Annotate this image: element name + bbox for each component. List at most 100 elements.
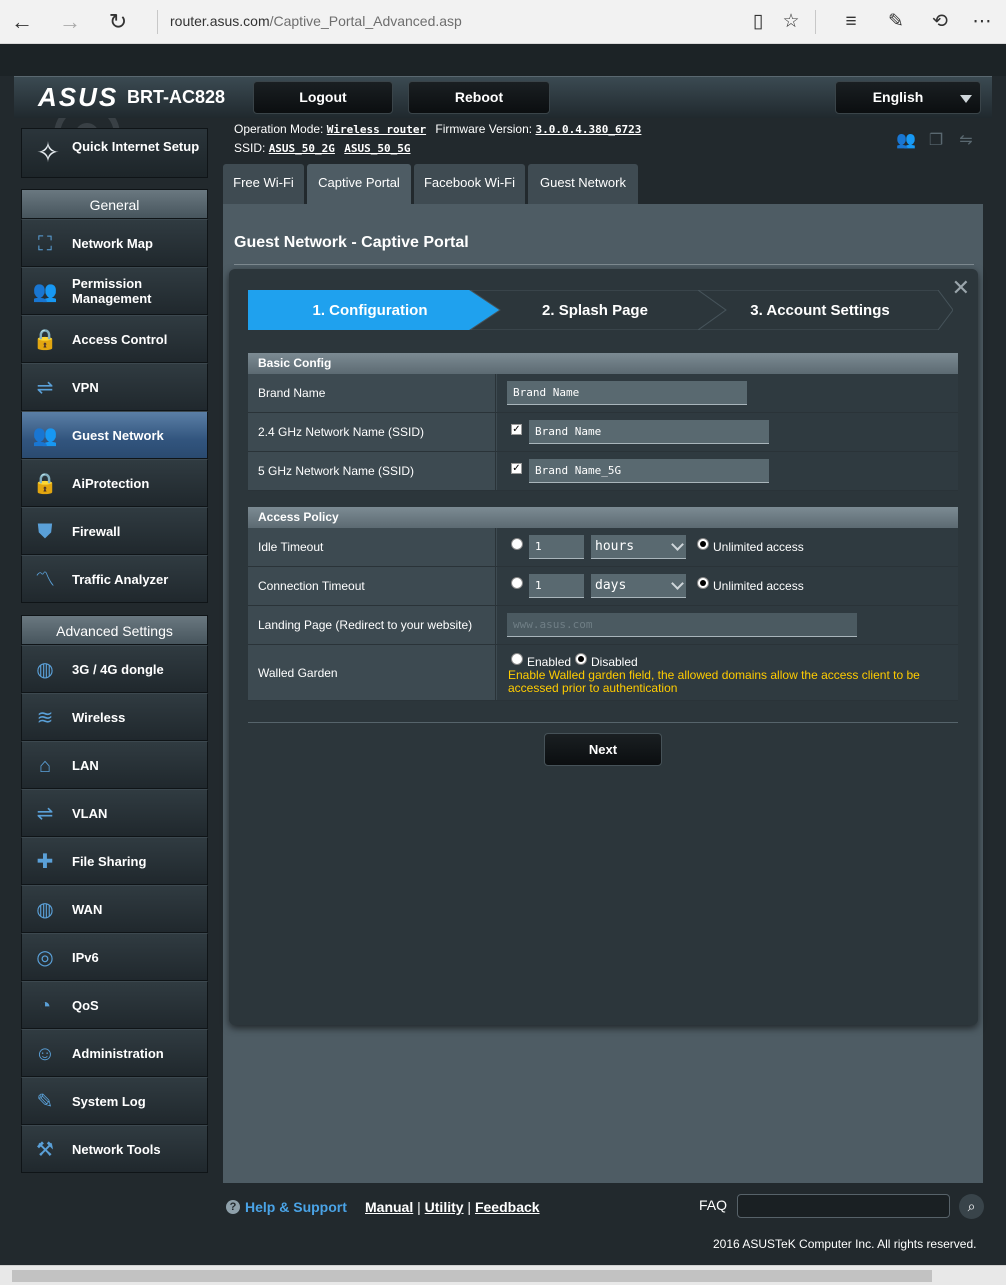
captive-portal-wizard: ✕ 1. Configuration 2. Splash Page 3. Acc… xyxy=(229,269,978,1025)
quick-internet-setup-button[interactable]: ✧ Quick Internet Setup xyxy=(21,128,208,178)
ssid-24-checkbox[interactable]: ✓ xyxy=(511,424,522,435)
magic-wand-icon: ✧ xyxy=(36,137,60,168)
sidebar-item-wireless[interactable]: ≋ Wireless xyxy=(21,693,208,741)
wizard-steps: 1. Configuration 2. Splash Page 3. Accou… xyxy=(248,290,953,330)
ssid-5-input[interactable]: Brand Name_5G xyxy=(529,459,769,483)
faq-search-input[interactable] xyxy=(737,1194,950,1218)
reading-view-icon[interactable]: ▯ xyxy=(746,10,770,34)
brand-name-input[interactable]: Brand Name xyxy=(507,381,747,405)
vlan-icon: ⇌ xyxy=(36,803,54,825)
usb-icon[interactable]: ⇋ xyxy=(955,130,977,152)
tab-facebook-wifi[interactable]: Facebook Wi-Fi xyxy=(414,164,525,204)
refresh-icon[interactable]: ↻ xyxy=(106,10,130,34)
sidebar-item-label: Guest Network xyxy=(72,427,164,443)
sidebar-item-wan[interactable]: ◍ WAN xyxy=(21,885,208,933)
back-arrow-icon[interactable]: ← xyxy=(10,10,34,34)
globe-icon: ◍ xyxy=(36,899,54,921)
sidebar-item-label: WAN xyxy=(72,901,103,917)
feedback-link[interactable]: Feedback xyxy=(475,1199,540,1215)
share-icon[interactable]: ⟲ xyxy=(928,10,952,34)
connection-unit-select[interactable]: days xyxy=(591,574,686,598)
sidebar-item-network-tools[interactable]: ⚒ Network Tools xyxy=(21,1125,208,1173)
sidebar-item-label: Permission Management xyxy=(72,276,152,306)
sidebar-item-label: Wireless xyxy=(72,709,126,725)
search-icon[interactable]: ⌕ xyxy=(959,1194,984,1219)
sidebar-item-traffic-analyzer[interactable]: 〽 Traffic Analyzer xyxy=(21,555,208,603)
users-icon: 👥 xyxy=(32,281,58,303)
address-bar[interactable]: router.asus.com/Captive_Portal_Advanced.… xyxy=(170,13,462,29)
access-policy-header: Access Policy xyxy=(248,507,958,528)
sidebar-item-access-control[interactable]: 🔒 Access Control xyxy=(21,315,208,363)
lock-icon: 🔒 xyxy=(32,329,58,351)
sidebar-item-firewall[interactable]: ⛊ Firewall xyxy=(21,507,208,555)
logout-button[interactable]: Logout xyxy=(253,81,393,114)
home-icon: ⌂ xyxy=(38,755,52,777)
tab-guest-network[interactable]: Guest Network xyxy=(528,164,638,204)
close-icon[interactable]: ✕ xyxy=(952,275,970,301)
next-button[interactable]: Next xyxy=(544,733,662,766)
firmware-link[interactable]: 3.0.0.4.380_6723 xyxy=(535,123,641,136)
ssid-5g-link[interactable]: ASUS_50_5G xyxy=(344,142,410,155)
idle-timeout-radio[interactable] xyxy=(511,538,523,550)
manual-link[interactable]: Manual xyxy=(365,1199,413,1215)
sidebar-item-qos[interactable]: ◔ QoS xyxy=(21,981,208,1029)
connection-unlimited-radio[interactable] xyxy=(697,577,709,589)
ssid-24-input[interactable]: Brand Name xyxy=(529,420,769,444)
walled-disabled-radio[interactable] xyxy=(575,653,587,665)
sidebar-item-system-log[interactable]: ✎ System Log xyxy=(21,1077,208,1125)
ssid-5-checkbox[interactable]: ✓ xyxy=(511,463,522,474)
favorite-star-icon[interactable]: ☆ xyxy=(779,10,803,34)
ssid-line: SSID: ASUS_50_2G ASUS_50_5G xyxy=(234,141,411,155)
log-icon: ✎ xyxy=(36,1091,54,1113)
forward-arrow-icon[interactable]: → xyxy=(58,10,82,34)
clients-icon[interactable]: 👥 xyxy=(895,130,917,152)
sidebar-item-permission-management[interactable]: 👥 Permission Management xyxy=(21,267,208,315)
connection-timeout-input[interactable]: 1 xyxy=(529,574,584,598)
scrollbar-thumb[interactable] xyxy=(12,1270,932,1282)
tab-free-wifi[interactable]: Free Wi-Fi xyxy=(223,164,304,204)
devices-icon[interactable]: ❐ xyxy=(925,130,947,152)
step-3-label: 3. Account Settings xyxy=(750,302,889,319)
sidebar-item-guest-network[interactable]: 👥 Guest Network xyxy=(21,411,208,459)
sidebar-item-file-sharing[interactable]: ✚ File Sharing xyxy=(21,837,208,885)
idle-timeout-input[interactable]: 1 xyxy=(529,535,584,559)
chevron-down-icon xyxy=(960,95,972,103)
ssid-2g-link[interactable]: ASUS_50_2G xyxy=(269,142,335,155)
sidebar-item-vlan[interactable]: ⇌ VLAN xyxy=(21,789,208,837)
utility-link[interactable]: Utility xyxy=(425,1199,464,1215)
help-support-link[interactable]: Help & Support xyxy=(245,1199,347,1215)
model-name: BRT-AC828 xyxy=(127,87,226,107)
tab-captive-portal[interactable]: Captive Portal xyxy=(307,164,411,204)
operation-mode-link[interactable]: Wireless router xyxy=(327,123,426,136)
more-icon[interactable]: ⋯ xyxy=(970,10,994,34)
sidebar-item-label: VPN xyxy=(72,379,99,395)
guest-icon: 👥 xyxy=(32,425,58,447)
sidebar-item-aiprotection[interactable]: 🔒 AiProtection xyxy=(21,459,208,507)
help-icon: ? xyxy=(226,1200,240,1214)
reboot-button[interactable]: Reboot xyxy=(408,81,550,114)
landing-page-row: Landing Page (Redirect to your website) … xyxy=(248,606,958,645)
lock-icon: 🔒 xyxy=(32,473,58,495)
sidebar-item-label: Access Control xyxy=(72,331,168,347)
copyright-text: 2016 ASUSTeK Computer Inc. All rights re… xyxy=(713,1237,977,1251)
web-note-icon[interactable]: ✎ xyxy=(884,10,908,34)
sidebar-item-administration[interactable]: ☺ Administration xyxy=(21,1029,208,1077)
sidebar-item-label: LAN xyxy=(72,757,99,773)
gauge-icon: ◔ xyxy=(38,995,52,1017)
sidebar-item-ipv6[interactable]: ◎ IPv6 xyxy=(21,933,208,981)
hub-icon[interactable]: ≡ xyxy=(839,10,863,34)
sidebar-item-network-map[interactable]: ⛶ Network Map xyxy=(21,219,208,267)
chevron-down-icon xyxy=(671,538,684,551)
shield-icon: ⛊ xyxy=(37,521,53,543)
walled-enabled-radio[interactable] xyxy=(511,653,523,665)
horizontal-scrollbar[interactable] xyxy=(0,1265,1006,1285)
idle-unit-select[interactable]: hours xyxy=(591,535,686,559)
landing-page-input[interactable]: www.asus.com xyxy=(507,613,857,637)
language-select[interactable]: English xyxy=(835,81,981,114)
connection-timeout-radio[interactable] xyxy=(511,577,523,589)
sidebar-item-3g-4g-dongle[interactable]: ◍ 3G / 4G dongle xyxy=(21,645,208,693)
sidebar-item-vpn[interactable]: ⇌ VPN xyxy=(21,363,208,411)
sidebar-item-label: System Log xyxy=(72,1093,146,1109)
sidebar-item-lan[interactable]: ⌂ LAN xyxy=(21,741,208,789)
idle-unlimited-radio[interactable] xyxy=(697,538,709,550)
